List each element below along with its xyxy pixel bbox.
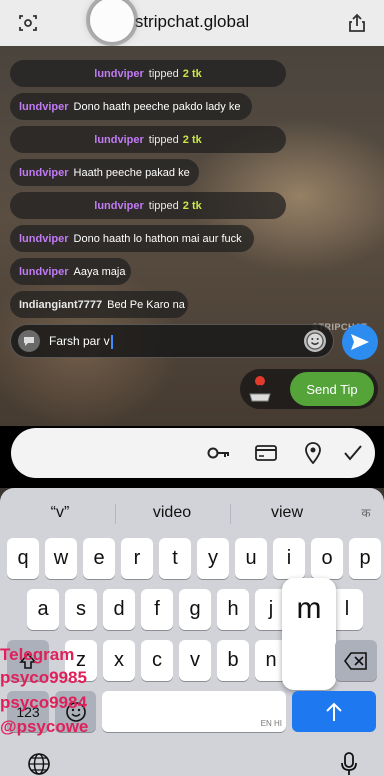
location-pin-icon[interactable]	[301, 441, 325, 465]
chat-text: Dono haath lo hathon mai aur fuck	[73, 232, 242, 245]
autofill-bar	[11, 428, 375, 478]
key-p[interactable]: p	[349, 538, 381, 579]
share-icon[interactable]	[345, 11, 369, 35]
chat-message: lundviper Aaya maja	[10, 258, 131, 285]
chat-input-text: Farsh par v	[49, 334, 110, 348]
chat-username[interactable]: lundviper	[94, 134, 144, 146]
key-x[interactable]: x	[103, 640, 135, 681]
key-v[interactable]: v	[179, 640, 211, 681]
chat-text: Dono haath peeche pakdo lady ke	[73, 100, 241, 113]
key-m-popup[interactable]: m	[282, 578, 336, 690]
key-d[interactable]: d	[103, 589, 135, 630]
key-o[interactable]: o	[311, 538, 343, 579]
overlay-line: Telegram	[0, 645, 75, 664]
address-bar: stripchat.global	[0, 0, 384, 46]
chat-username[interactable]: lundviper	[19, 101, 69, 113]
chat-message: lundviper Dono haath peeche pakdo lady k…	[10, 93, 252, 120]
return-key[interactable]	[292, 691, 376, 732]
chat-username[interactable]: lundviper	[19, 233, 69, 245]
chat-message: lundviper Haath peeche pakad ke	[10, 159, 199, 186]
chat-tip-message: lundviper tipped 2 tk	[10, 60, 286, 87]
chat-message: lundviper Dono haath lo hathon mai aur f…	[10, 225, 254, 252]
touch-indicator	[90, 0, 134, 42]
key-icon[interactable]	[207, 441, 231, 465]
key-t[interactable]: t	[159, 538, 191, 579]
emoji-icon[interactable]	[304, 330, 326, 352]
chat-username[interactable]: lundviper	[19, 167, 69, 179]
chat-username[interactable]: lundviper	[19, 266, 69, 278]
key-e[interactable]: e	[83, 538, 115, 579]
suggestion-divider	[115, 504, 116, 524]
key-b[interactable]: b	[217, 640, 249, 681]
send-icon	[351, 334, 369, 350]
chat-text: Bed Pe Karo na	[107, 298, 185, 311]
language-suggestion[interactable]: क	[356, 504, 376, 524]
key-i[interactable]: i	[273, 538, 305, 579]
suggestion-3[interactable]: view	[247, 504, 327, 524]
microphone-icon[interactable]	[336, 752, 362, 776]
key-s[interactable]: s	[65, 589, 97, 630]
chat-text: Aaya maja	[73, 265, 126, 278]
tip-amount: 2 tk	[182, 67, 202, 80]
url-text[interactable]: stripchat.global	[0, 12, 384, 32]
key-q[interactable]: q	[7, 538, 39, 579]
key-r[interactable]: r	[121, 538, 153, 579]
chat-username[interactable]: lundviper	[94, 200, 144, 212]
globe-icon[interactable]	[26, 752, 52, 776]
key-a[interactable]: a	[27, 589, 59, 630]
chat-input[interactable]: Farsh par v	[10, 324, 334, 358]
space-key[interactable]: EN HI	[102, 691, 286, 732]
key-u[interactable]: u	[235, 538, 267, 579]
chat-message: Indiangiant7777 Bed Pe Karo na	[10, 291, 188, 318]
arrow-up-icon	[326, 702, 342, 721]
send-message-button[interactable]	[342, 324, 378, 360]
send-tip-button[interactable]: Send Tip	[290, 372, 374, 406]
key-g[interactable]: g	[179, 589, 211, 630]
chat-tip-message: lundviper tipped 2 tk	[10, 126, 286, 153]
chat-tip-message: lundviper tipped 2 tk	[10, 192, 286, 219]
chat-text: Haath peeche pakad ke	[73, 166, 190, 179]
suggestion-2[interactable]: video	[132, 504, 212, 524]
checkmark-icon[interactable]	[341, 441, 365, 465]
key-f[interactable]: f	[141, 589, 173, 630]
overlay-line: psyco9985	[0, 668, 87, 687]
text-caret	[110, 334, 113, 349]
joystick-icon[interactable]	[244, 373, 276, 405]
key-y[interactable]: y	[197, 538, 229, 579]
chat-options-icon[interactable]	[18, 330, 40, 352]
backspace-key[interactable]	[335, 640, 377, 681]
overlay-line: @psycowe	[0, 717, 89, 736]
credit-card-icon[interactable]	[254, 441, 278, 465]
backspace-icon	[344, 651, 367, 670]
overlay-line: psyco9984	[0, 693, 87, 712]
tip-controls: Send Tip	[240, 369, 378, 409]
key-c[interactable]: c	[141, 640, 173, 681]
tip-amount: 2 tk	[182, 133, 202, 146]
suggestion-1[interactable]: “v”	[20, 504, 100, 524]
key-h[interactable]: h	[217, 589, 249, 630]
chat-username[interactable]: lundviper	[94, 68, 144, 80]
tip-amount: 2 tk	[182, 199, 202, 212]
space-language: EN HI	[260, 719, 282, 728]
chat-username[interactable]: Indiangiant7777	[19, 299, 102, 311]
key-w[interactable]: w	[45, 538, 77, 579]
suggestion-divider	[230, 504, 231, 524]
